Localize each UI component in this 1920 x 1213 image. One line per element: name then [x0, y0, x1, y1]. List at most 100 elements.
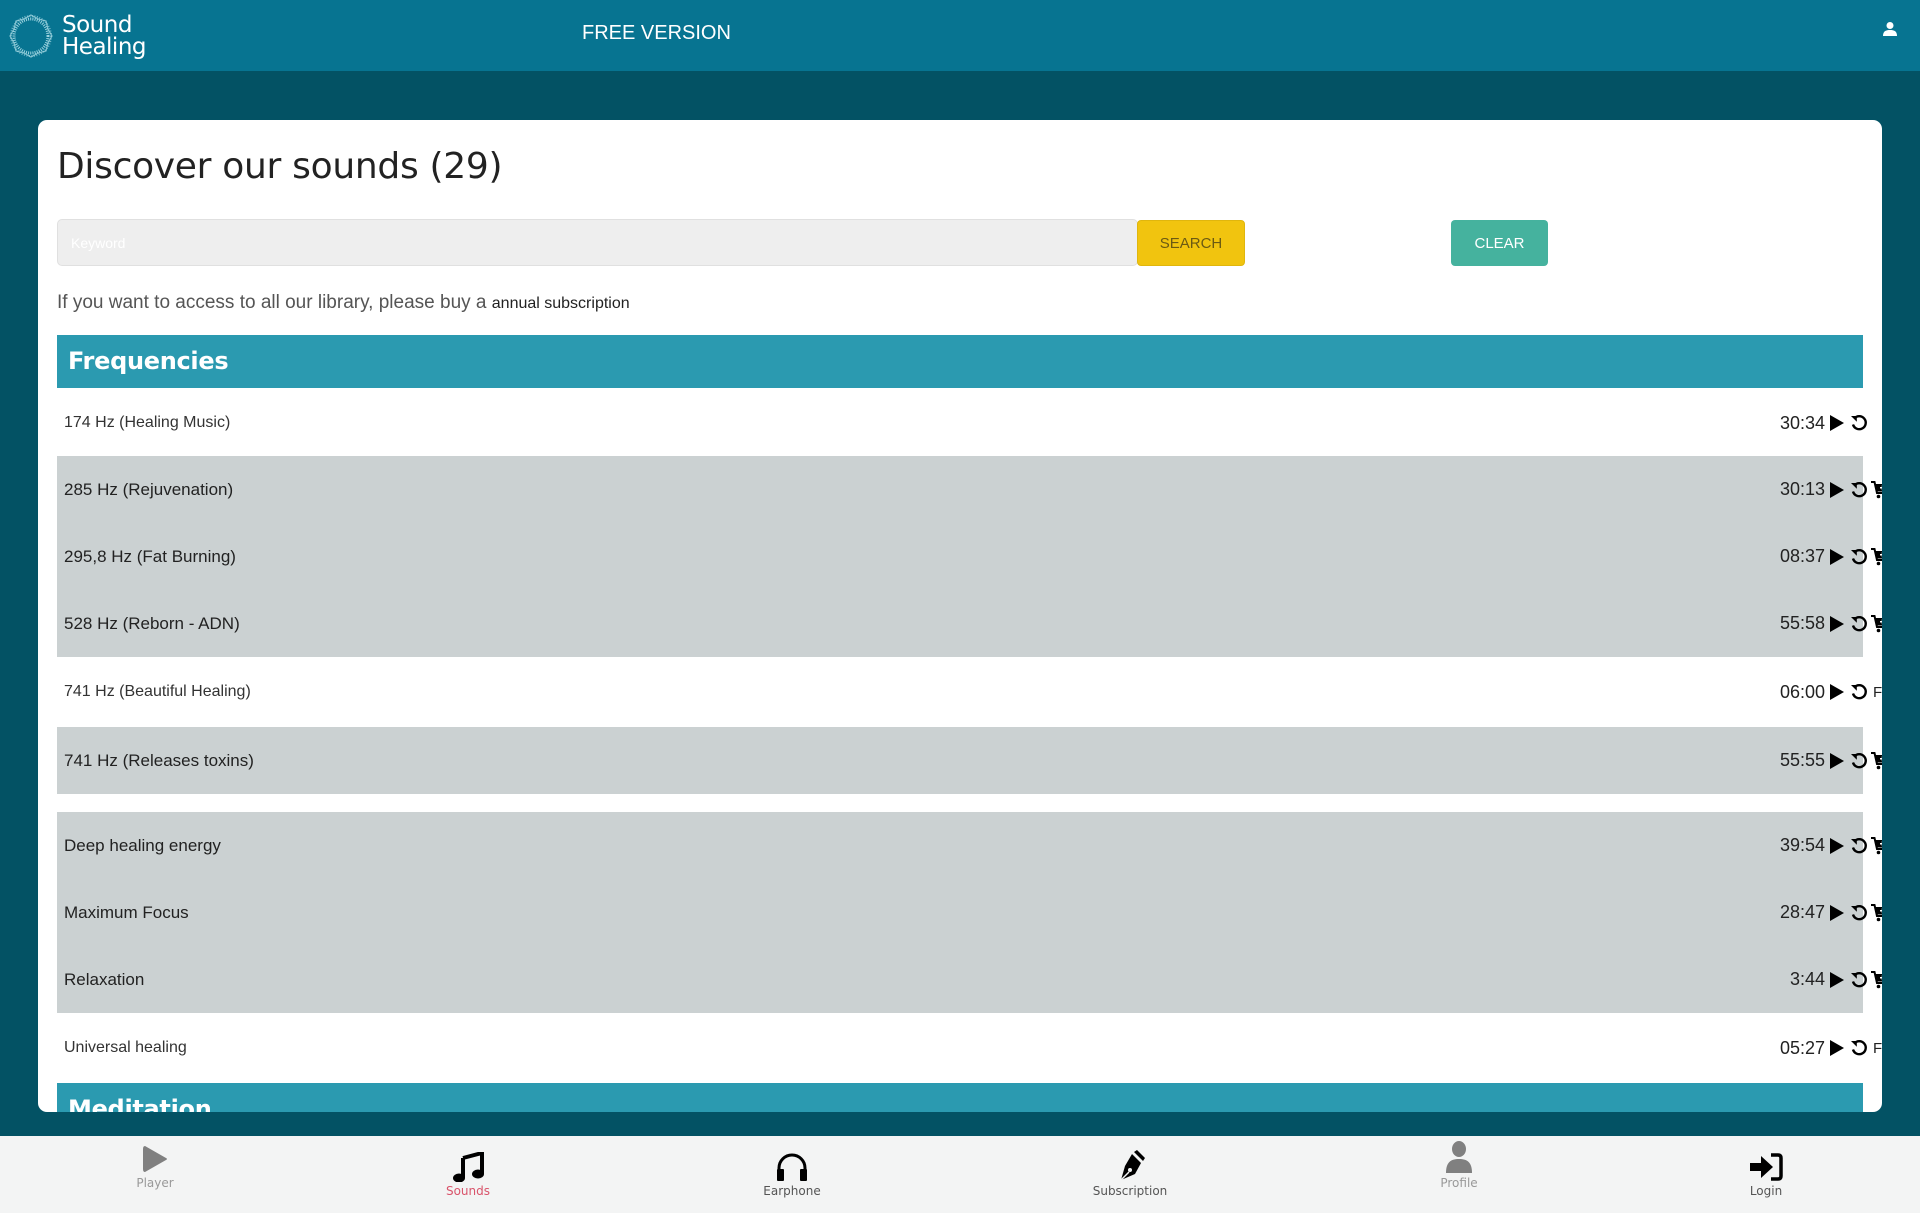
replay-icon[interactable] [1848, 902, 1870, 924]
sound-duration: 30:34 [1779, 412, 1825, 433]
sound-row[interactable]: 528 Hz (Reborn - ADN) 55:58 [57, 590, 1882, 657]
clear-button[interactable]: CLEAR [1451, 220, 1548, 266]
replay-icon[interactable] [1848, 969, 1870, 991]
sound-row[interactable]: Universal healing 05:27 FREE [57, 1013, 1882, 1083]
sound-actions: 55:58 [1757, 612, 1882, 636]
sound-row[interactable]: Relaxation 3:44 [57, 946, 1882, 1013]
play-icon[interactable] [1826, 479, 1848, 501]
sound-duration: 28:47 [1779, 902, 1825, 922]
play-icon [95, 1142, 215, 1174]
sound-row[interactable]: 295,8 Hz (Fat Burning) 08:37 [57, 523, 1882, 590]
sound-actions: 05:27 FREE [1757, 1036, 1882, 1060]
sound-wave-ring-icon [6, 11, 56, 61]
page-title: Discover our sounds (29) [57, 146, 503, 187]
nav-item-login[interactable]: Login [1706, 1150, 1826, 1198]
add-to-cart-icon[interactable] [1870, 613, 1882, 635]
sound-actions: 28:47 [1757, 901, 1882, 925]
pen-nib-icon [1070, 1150, 1190, 1182]
sound-name: Deep healing energy [64, 835, 221, 855]
sound-name: 528 Hz (Reborn - ADN) [64, 613, 240, 633]
sound-duration: 08:37 [1779, 546, 1825, 566]
version-label: FREE VERSION [582, 22, 731, 44]
sound-name: 741 Hz (Releases toxins) [64, 750, 254, 770]
logo-line-1: Sound [62, 12, 132, 38]
subscription-notice: If you want to access to all our library… [57, 292, 630, 314]
add-to-cart-icon[interactable] [1870, 546, 1882, 568]
sounds-card: Discover our sounds (29) SEARCH CLEAR If… [38, 120, 1882, 1112]
sound-row[interactable]: 741 Hz (Releases toxins) 55:55 [57, 727, 1882, 794]
nav-item-player[interactable]: Player [95, 1142, 215, 1190]
play-icon[interactable] [1826, 902, 1848, 924]
free-badge: FREE [1873, 683, 1882, 701]
nav-label: Sounds [445, 1184, 491, 1198]
sound-actions: 30:13 [1757, 478, 1882, 502]
play-icon[interactable] [1826, 546, 1848, 568]
sound-name: 174 Hz (Healing Music) [64, 414, 231, 431]
play-icon[interactable] [1826, 1037, 1848, 1059]
sound-name: 285 Hz (Rejuvenation) [64, 479, 234, 499]
play-icon[interactable] [1826, 681, 1848, 703]
sound-duration: 30:13 [1779, 479, 1825, 499]
replay-icon[interactable] [1848, 750, 1870, 772]
sound-row[interactable]: 174 Hz (Healing Music) 30:34 [57, 388, 1867, 458]
free-badge: FREE [1873, 1039, 1882, 1057]
sound-name: Maximum Focus [64, 902, 189, 922]
notice-text: If you want to access to all our library… [57, 292, 492, 313]
replay-icon[interactable] [1848, 546, 1870, 568]
sound-duration: 06:00 [1779, 681, 1825, 702]
nav-item-profile[interactable]: Profile [1399, 1141, 1519, 1190]
sound-duration: 55:58 [1779, 613, 1825, 633]
logo-line-2: Healing [62, 34, 147, 60]
sound-name: 741 Hz (Beautiful Healing) [64, 683, 251, 700]
play-icon[interactable] [1826, 412, 1848, 434]
replay-icon[interactable] [1848, 412, 1870, 434]
logo-text: Sound Healing [62, 12, 147, 60]
sound-actions: 08:37 [1757, 545, 1882, 569]
sound-row[interactable]: 741 Hz (Beautiful Healing) 06:00 FREE [57, 657, 1882, 727]
play-icon[interactable] [1826, 969, 1848, 991]
logo[interactable]: Sound Healing [6, 11, 156, 61]
user-icon[interactable] [1882, 21, 1902, 41]
sound-row[interactable]: 285 Hz (Rejuvenation) 30:13 [57, 456, 1882, 523]
nav-label: Earphone [763, 1184, 821, 1198]
replay-icon[interactable] [1848, 613, 1870, 635]
bottom-navigation: Player Sounds Earphone Subscription Profile L… [0, 1136, 1920, 1213]
add-to-cart-icon[interactable] [1870, 969, 1882, 991]
annual-subscription-link[interactable]: annual subscription [492, 295, 630, 312]
play-icon[interactable] [1826, 750, 1848, 772]
nav-label: Player [136, 1176, 174, 1190]
sound-actions: 30:34 [1757, 411, 1870, 435]
sound-actions: 55:55 [1757, 749, 1882, 773]
nav-label: Subscription [1092, 1184, 1168, 1198]
sound-duration: 39:54 [1779, 835, 1825, 855]
nav-label: Profile [1440, 1176, 1478, 1190]
play-icon[interactable] [1826, 613, 1848, 635]
sound-row[interactable]: Maximum Focus 28:47 [57, 879, 1882, 946]
add-to-cart-icon[interactable] [1870, 479, 1882, 501]
sound-duration: 55:55 [1779, 750, 1825, 770]
nav-item-subscription[interactable]: Subscription [1070, 1150, 1190, 1198]
nav-item-earphone[interactable]: Earphone [732, 1150, 852, 1198]
add-to-cart-icon[interactable] [1870, 902, 1882, 924]
replay-icon[interactable] [1848, 479, 1870, 501]
search-button[interactable]: SEARCH [1137, 220, 1245, 266]
nav-item-sounds[interactable]: Sounds [408, 1150, 528, 1198]
headphones-icon [732, 1150, 852, 1182]
sound-actions: 39:54 [1757, 834, 1882, 858]
top-bar: Sound Healing FREE VERSION [0, 0, 1920, 71]
replay-icon[interactable] [1848, 835, 1870, 857]
sound-actions: 3:44 [1757, 968, 1882, 992]
replay-icon[interactable] [1848, 1037, 1870, 1059]
play-icon[interactable] [1826, 835, 1848, 857]
add-to-cart-icon[interactable] [1870, 750, 1882, 772]
user-icon [1399, 1141, 1519, 1174]
sound-name: Relaxation [64, 969, 145, 989]
nav-label: Login [1749, 1184, 1783, 1198]
replay-icon[interactable] [1848, 681, 1870, 703]
sound-duration: 3:44 [1789, 969, 1825, 989]
add-to-cart-icon[interactable] [1870, 835, 1882, 857]
sound-row[interactable]: Deep healing energy 39:54 [57, 812, 1882, 879]
section-header-meditation: Meditation [57, 1083, 1863, 1112]
keyword-search-input[interactable] [57, 219, 1138, 266]
sound-name: 295,8 Hz (Fat Burning) [64, 546, 236, 566]
